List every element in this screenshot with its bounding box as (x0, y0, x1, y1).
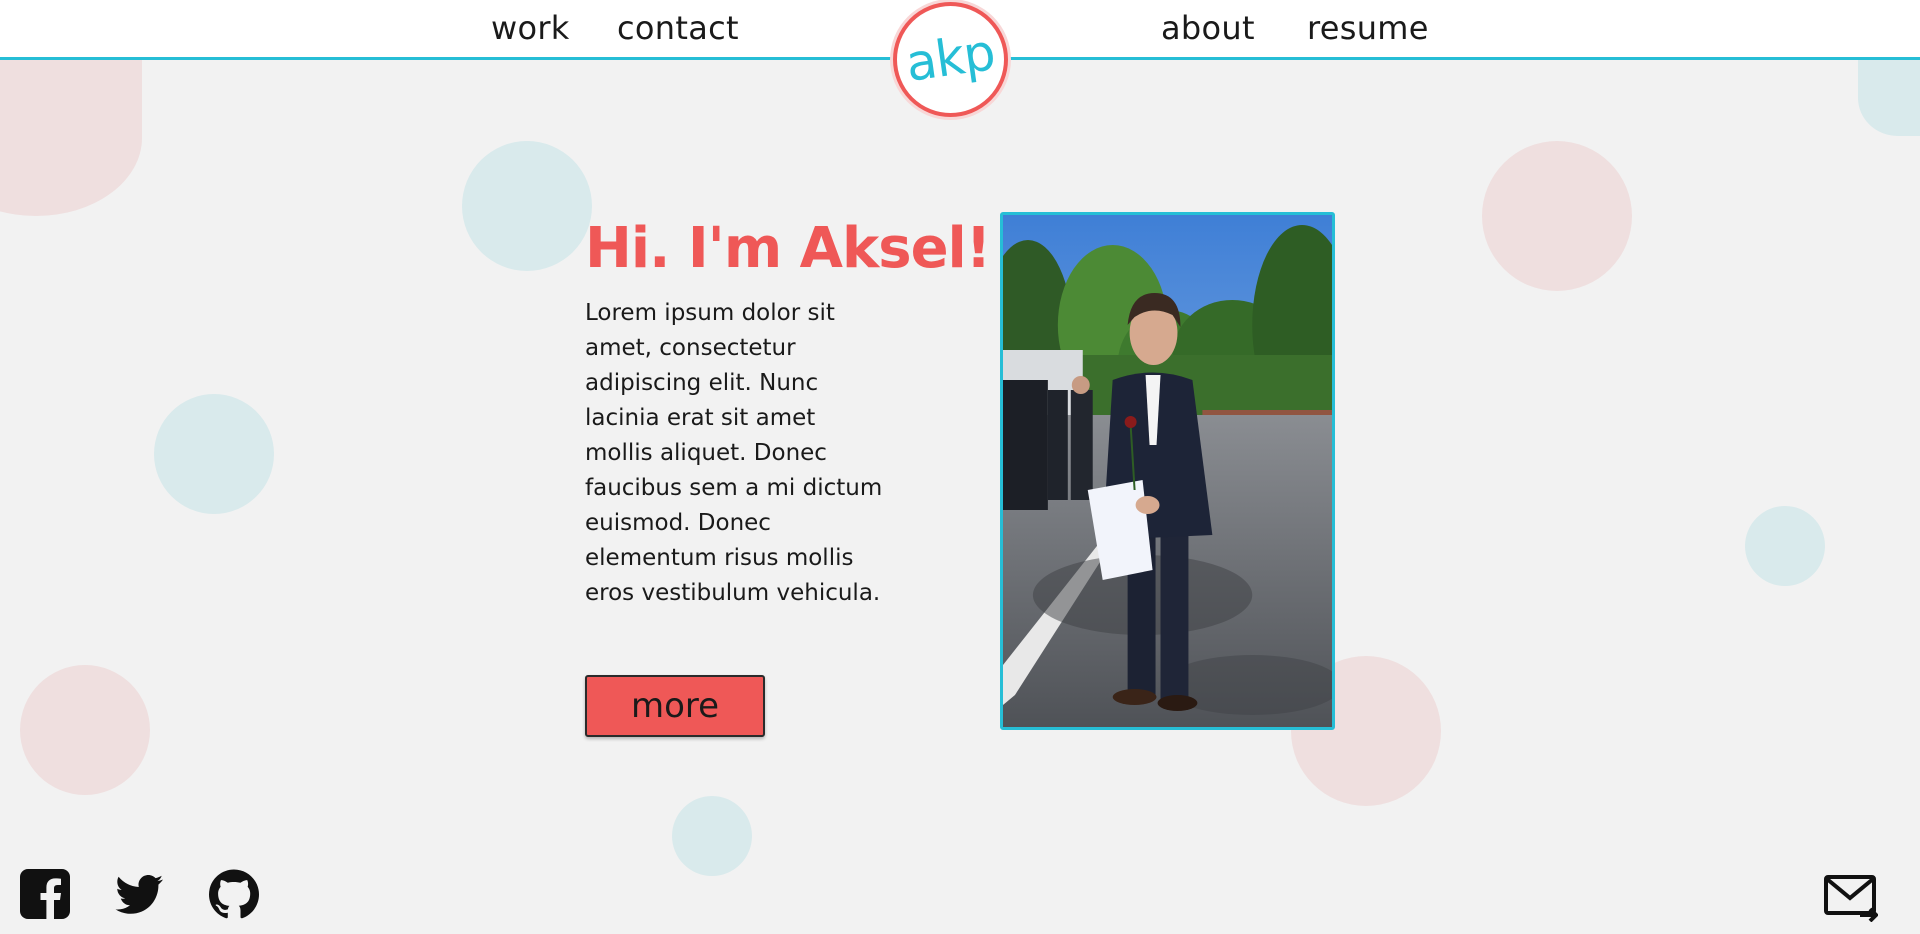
nav-link-work[interactable]: work (491, 8, 570, 48)
twitter-icon[interactable] (113, 868, 165, 920)
profile-photo (1000, 212, 1335, 730)
bg-circle (20, 665, 150, 795)
bg-circle (0, 60, 142, 216)
github-icon[interactable] (208, 868, 260, 920)
mail-icon[interactable] (1824, 874, 1879, 923)
nav-link-contact[interactable]: contact (617, 8, 739, 48)
bg-circle (154, 394, 274, 514)
bg-circle (1482, 141, 1632, 291)
hero-description: Lorem ipsum dolor sit amet, consectetur … (585, 300, 883, 606)
nav-link-about[interactable]: about (1161, 8, 1255, 48)
bg-circle (1858, 60, 1920, 136)
bg-circle (462, 141, 592, 271)
facebook-icon[interactable] (19, 868, 71, 920)
logo[interactable]: akp (893, 2, 1008, 117)
hero-title: Hi. I'm Aksel! (585, 216, 991, 281)
profile-photo-image (1003, 215, 1332, 727)
bg-circle (672, 796, 752, 876)
logo-text: akp (902, 22, 999, 93)
bg-circle (1745, 506, 1825, 586)
more-button[interactable]: more (585, 675, 765, 737)
nav-link-resume[interactable]: resume (1307, 8, 1429, 48)
